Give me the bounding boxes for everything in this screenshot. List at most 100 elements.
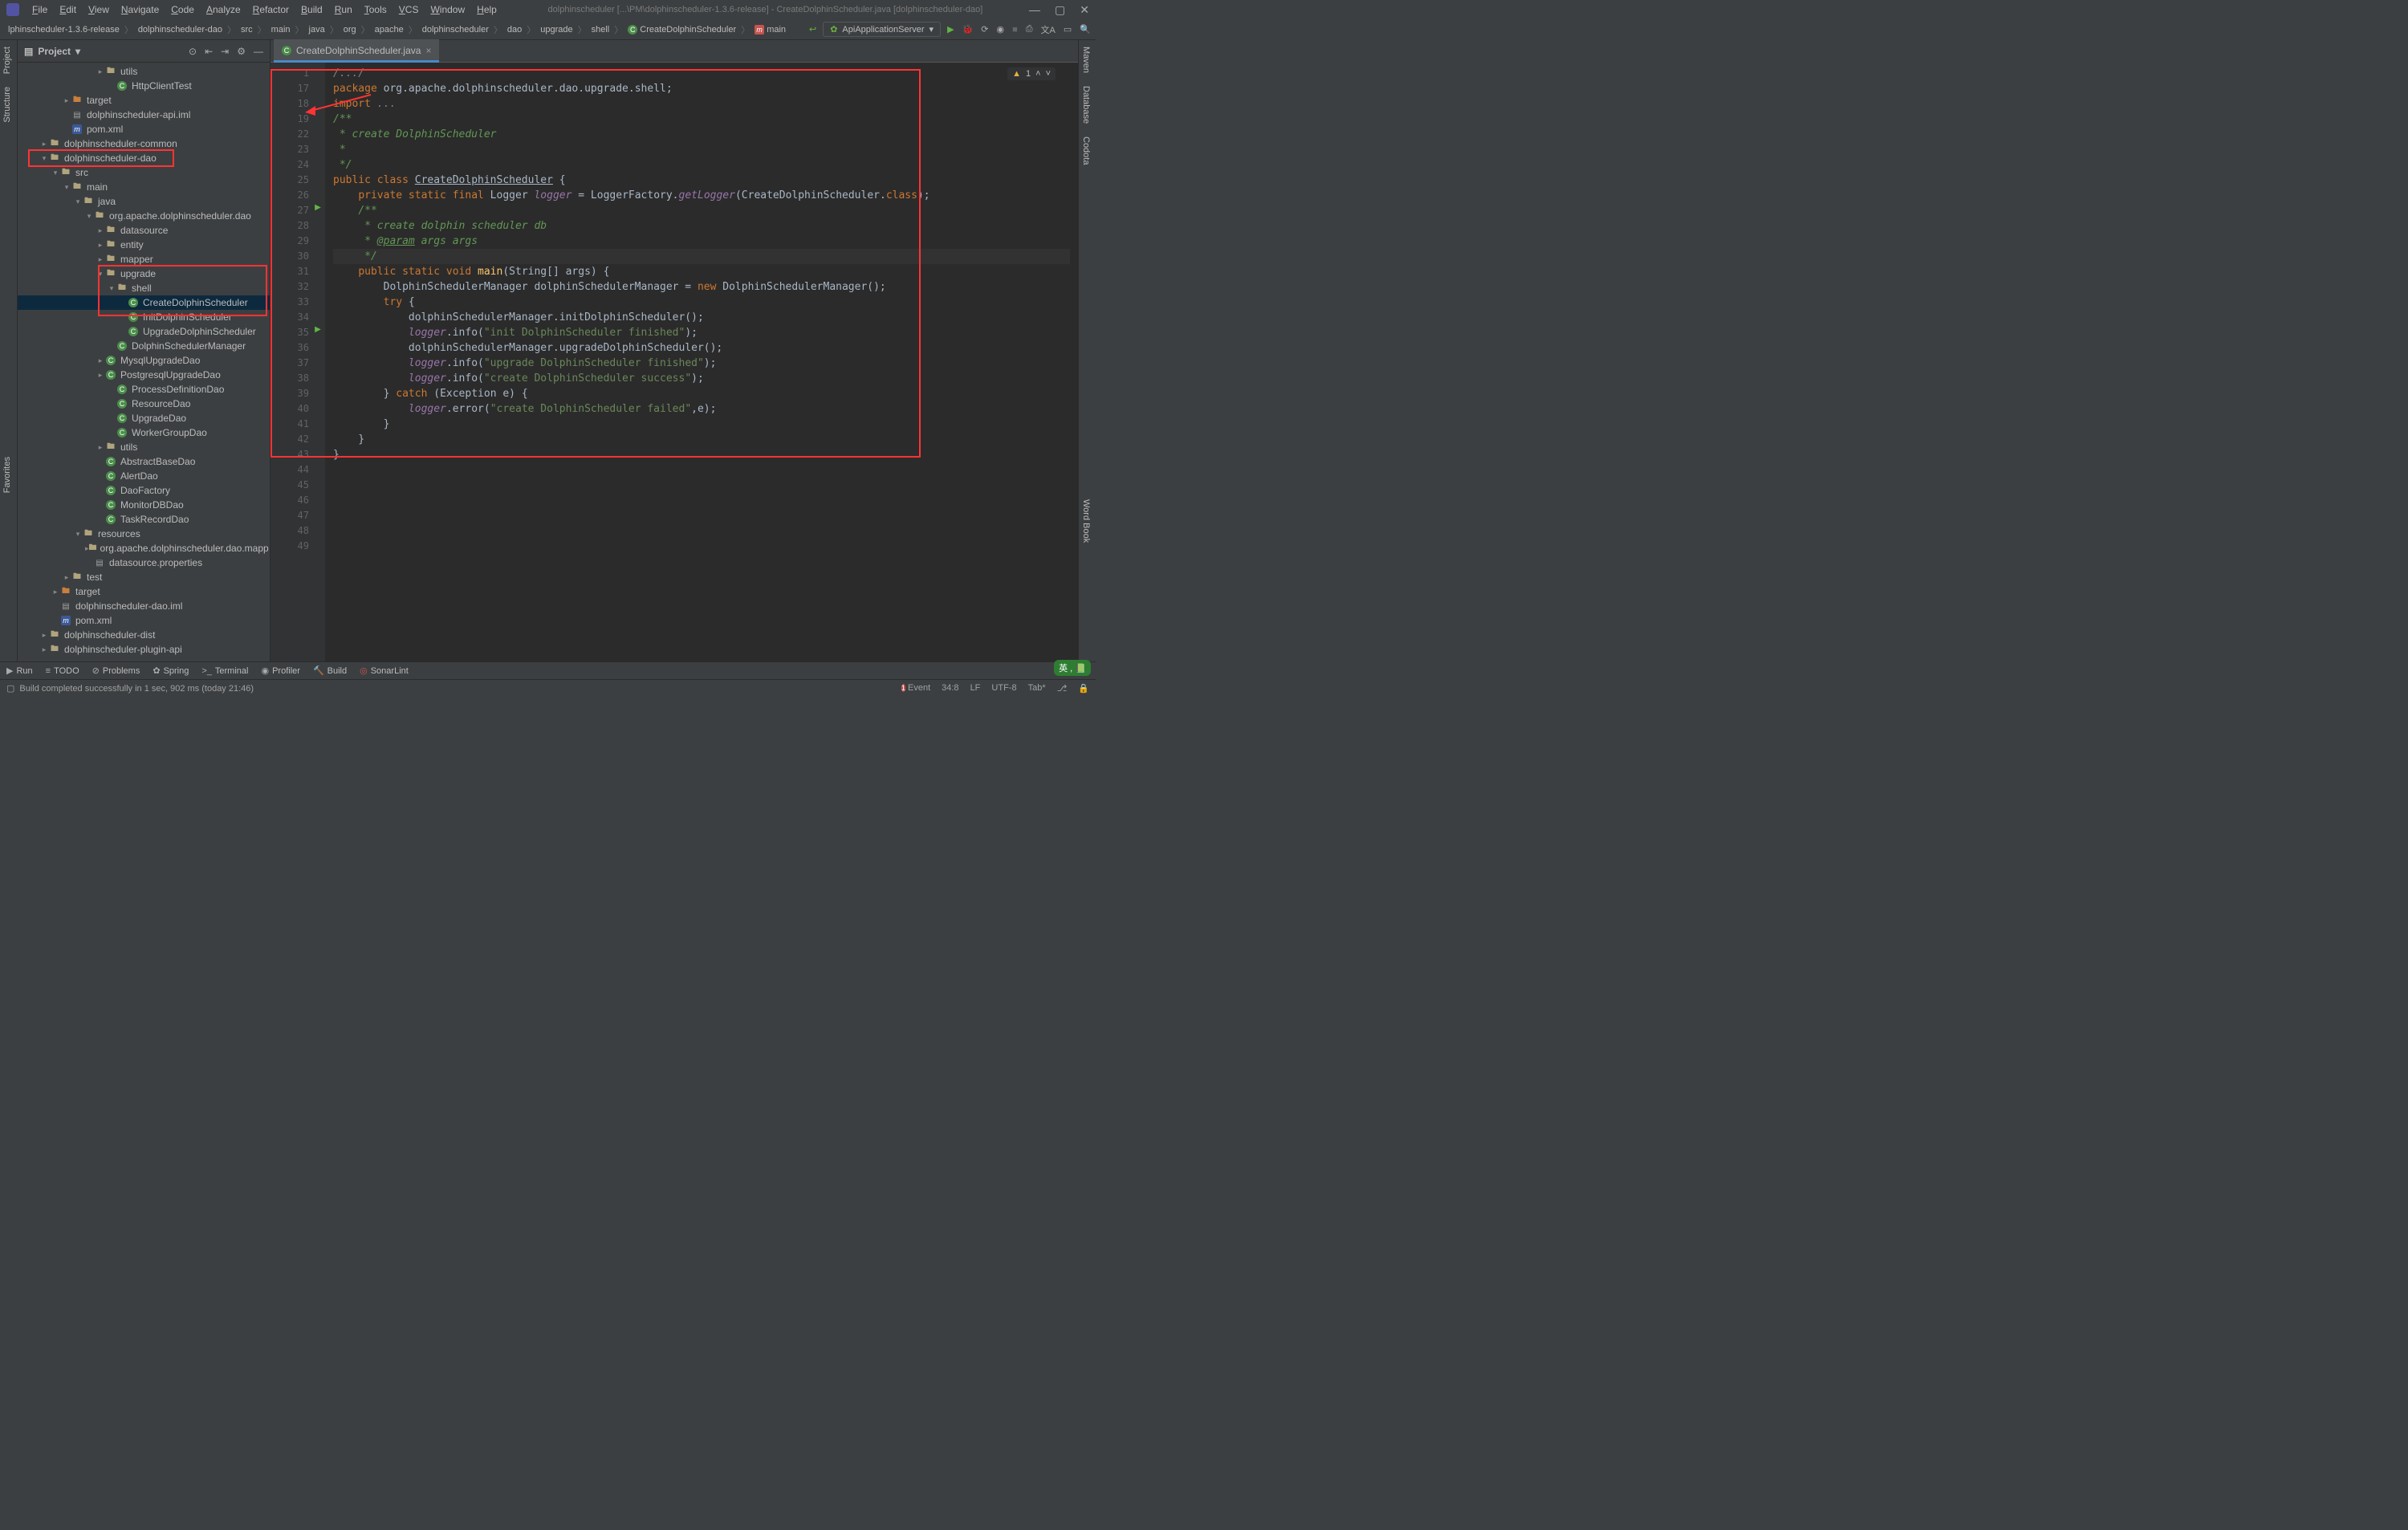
tree-row[interactable]: ▤dolphinscheduler-dao.iml <box>18 599 270 613</box>
down-icon[interactable]: ˅ <box>1046 69 1051 79</box>
minimize-icon[interactable]: — <box>1029 3 1040 17</box>
menu-edit[interactable]: Edit <box>55 2 81 18</box>
btab-terminal[interactable]: >_Terminal <box>201 666 248 676</box>
layout-icon[interactable]: ▭ <box>1064 24 1072 35</box>
tree-row[interactable]: ▸🖿dolphinscheduler-common <box>18 136 270 151</box>
line-gutter[interactable]: 1171819222324252627282930313233343536373… <box>270 63 311 661</box>
menu-refactor[interactable]: Refactor <box>248 2 294 18</box>
tree-row[interactable]: CCreateDolphinScheduler <box>18 295 270 310</box>
btab-spring[interactable]: ✿Spring <box>153 665 189 676</box>
tab-wordbook[interactable]: Word Book <box>1079 493 1093 549</box>
crumb[interactable]: java <box>306 23 328 36</box>
tree-row[interactable]: CHttpClientTest <box>18 79 270 93</box>
tree-row[interactable]: CUpgradeDao <box>18 411 270 425</box>
tree-row[interactable]: ▤dolphinscheduler-api.iml <box>18 108 270 122</box>
vcs-icon[interactable]: ⎙ <box>1026 24 1033 35</box>
lock-icon[interactable]: 🔒 <box>1078 683 1089 694</box>
git-branch[interactable]: ⎇ <box>1057 683 1068 694</box>
search-icon[interactable]: 🔍 <box>1080 24 1091 35</box>
event-log[interactable]: 1 Event <box>901 683 930 694</box>
translate-icon[interactable]: 文A <box>1041 23 1056 36</box>
tree-row[interactable]: ▾🖿resources <box>18 527 270 541</box>
up-icon[interactable]: ˄ <box>1035 69 1040 79</box>
tree-row[interactable]: ▸🖿test <box>18 570 270 584</box>
tree-row[interactable]: ▸🖿dolphinscheduler-dist <box>18 628 270 642</box>
tree-row[interactable]: CUpgradeDolphinScheduler <box>18 324 270 339</box>
tree-row[interactable]: ▾🖿upgrade <box>18 267 270 281</box>
code-editor[interactable]: /.../package org.apache.dolphinscheduler… <box>325 63 1078 661</box>
menu-window[interactable]: Window <box>425 2 470 18</box>
tree-row[interactable]: CMonitorDBDao <box>18 498 270 512</box>
tree-row[interactable]: CTaskRecordDao <box>18 512 270 527</box>
menu-build[interactable]: Build <box>296 2 327 18</box>
tree-row[interactable]: ▾🖿shell <box>18 281 270 295</box>
tree-row[interactable]: ▸CPostgresqlUpgradeDao <box>18 368 270 382</box>
crumb[interactable]: C CreateDolphinScheduler <box>624 23 739 36</box>
project-tree[interactable]: ▸🖿utilsCHttpClientTest▸🖿target▤dolphinsc… <box>18 63 270 661</box>
encoding[interactable]: UTF-8 <box>991 683 1016 694</box>
stop-icon[interactable]: ■ <box>1012 25 1018 35</box>
indent[interactable]: Tab* <box>1028 683 1046 694</box>
collapse-icon[interactable]: ⇤ <box>205 46 213 57</box>
menu-file[interactable]: File <box>27 2 52 18</box>
tree-row[interactable]: ▸🖿target <box>18 93 270 108</box>
tab-maven[interactable]: Maven <box>1079 40 1093 79</box>
tree-row[interactable]: ▸🖿utils <box>18 64 270 79</box>
btab-build[interactable]: 🔨Build <box>313 665 347 676</box>
tree-row[interactable]: CInitDolphinScheduler <box>18 310 270 324</box>
tab-close-icon[interactable]: × <box>425 45 431 56</box>
target-icon[interactable]: ⊙ <box>189 46 197 57</box>
caret-pos[interactable]: 34:8 <box>942 683 958 694</box>
tree-row[interactable]: ▸🖿dolphinscheduler-plugin-api <box>18 642 270 657</box>
menu-tools[interactable]: Tools <box>360 2 392 18</box>
tree-row[interactable]: CDolphinSchedulerManager <box>18 339 270 353</box>
tree-row[interactable]: mpom.xml <box>18 122 270 136</box>
tree-row[interactable]: ▸CMysqlUpgradeDao <box>18 353 270 368</box>
inspection-widget[interactable]: ▲ 1 ˄ ˅ <box>1007 67 1056 80</box>
tree-row[interactable]: CResourceDao <box>18 397 270 411</box>
btab-todo[interactable]: ≡TODO <box>46 666 79 676</box>
tree-row[interactable]: mpom.xml <box>18 613 270 628</box>
menu-analyze[interactable]: Analyze <box>201 2 246 18</box>
debug-icon[interactable]: 🐞 <box>962 24 974 35</box>
menu-run[interactable]: Run <box>330 2 357 18</box>
crumb[interactable]: org <box>340 23 360 36</box>
crumb[interactable]: dolphinscheduler <box>419 23 492 36</box>
profile-icon[interactable]: ◉ <box>996 24 1004 35</box>
status-icon[interactable]: ▢ <box>6 683 14 694</box>
menu-view[interactable]: View <box>83 2 114 18</box>
tree-row[interactable]: ▾🖿java <box>18 194 270 209</box>
tab-database[interactable]: Database <box>1079 79 1093 130</box>
tree-row[interactable]: ▸🖿mapper <box>18 252 270 267</box>
run-config-select[interactable]: ✿ ApiApplicationServer ▾ <box>823 22 941 37</box>
crumb[interactable]: dolphinscheduler-dao <box>135 23 226 36</box>
run-icon[interactable]: ▶ <box>947 24 954 35</box>
btab-run[interactable]: ▶Run <box>6 665 33 676</box>
crumb[interactable]: main <box>268 23 294 36</box>
menu-help[interactable]: Help <box>472 2 502 18</box>
tab-codota[interactable]: Codota <box>1079 130 1093 171</box>
tree-row[interactable]: CProcessDefinitionDao <box>18 382 270 397</box>
tree-row[interactable]: ▾🖿org.apache.dolphinscheduler.dao <box>18 209 270 223</box>
tab-file[interactable]: C CreateDolphinScheduler.java × <box>274 39 439 63</box>
hide-icon[interactable]: — <box>254 46 263 57</box>
back-arrow-icon[interactable]: ↩ <box>809 24 816 35</box>
btab-sonarlint[interactable]: ◎SonarLint <box>360 665 409 676</box>
menu-code[interactable]: Code <box>166 2 199 18</box>
line-sep[interactable]: LF <box>970 683 981 694</box>
tree-row[interactable]: ▾🖿src <box>18 165 270 180</box>
tab-structure[interactable]: Structure <box>0 80 14 129</box>
close-icon[interactable]: ✕ <box>1080 3 1089 17</box>
gear-icon[interactable]: ⚙ <box>237 46 246 57</box>
crumb[interactable]: apache <box>372 23 407 36</box>
btab-profiler[interactable]: ◉Profiler <box>261 665 299 676</box>
tree-row[interactable]: ▾🖿main <box>18 180 270 194</box>
chevron-down-icon[interactable]: ▾ <box>75 46 80 57</box>
maximize-icon[interactable]: ▢ <box>1055 3 1065 17</box>
expand-icon[interactable]: ⇥ <box>221 46 229 57</box>
tree-row[interactable]: CDaoFactory <box>18 483 270 498</box>
coverage-icon[interactable]: ⟳ <box>981 24 988 35</box>
tree-row[interactable]: ▸🖿org.apache.dolphinscheduler.dao.mapp <box>18 541 270 555</box>
menu-navigate[interactable]: Navigate <box>116 2 164 18</box>
tree-row[interactable]: CWorkerGroupDao <box>18 425 270 440</box>
